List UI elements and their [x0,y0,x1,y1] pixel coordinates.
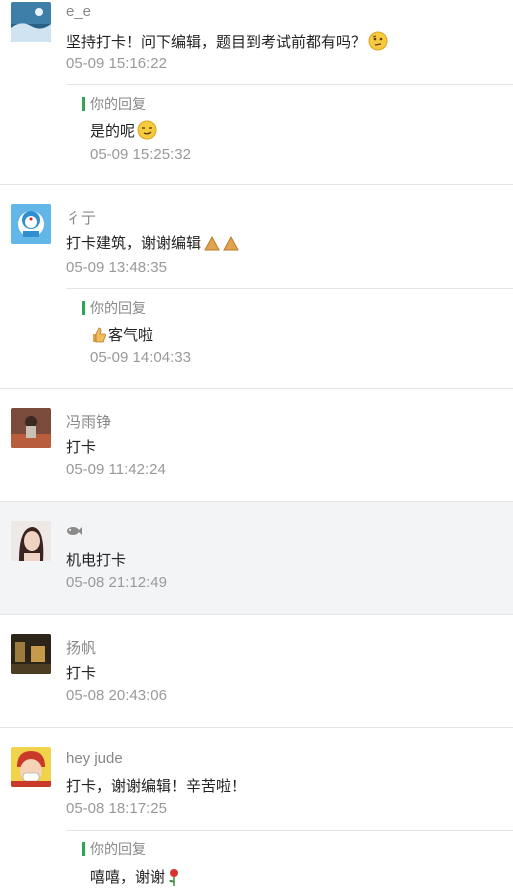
comment-time: 05-08 20:43:06 [66,687,167,704]
reply-time: 05-09 15:25:32 [90,146,191,163]
commenter-name: 扬帆 [66,640,97,657]
avatar[interactable] [11,408,51,448]
comment-text: 机电打卡 [66,552,127,569]
reply-label: 你的回复 [82,97,146,111]
comment-text: 坚持打卡！问下编辑，题目到考试前都有吗？ [66,31,388,55]
fish-icon [66,524,82,541]
comment-item: hey jude 打卡，谢谢编辑！辛苦啦！ 05-08 18:17:25 你的回… [0,728,513,888]
thinking-emoji-icon [368,31,388,55]
avatar[interactable] [11,204,51,244]
commenter-name [66,524,82,541]
comment-text: 打卡 [66,665,97,682]
commenter-name: 彳亍 [66,210,97,227]
reply-block: 你的回复 嘻嘻，谢谢 [66,830,513,889]
commenter-name: 冯雨铮 [66,414,112,431]
comment-text-content: 打卡建筑，谢谢编辑 [66,235,202,252]
comment-time: 05-08 21:12:49 [66,574,167,591]
avatar[interactable] [11,521,51,561]
avatar[interactable] [11,2,51,42]
smirk-emoji-icon [137,120,157,144]
comment-item: e_e 坚持打卡！问下编辑，题目到考试前都有吗？ 05-09 15:16:22 … [0,0,513,185]
reply-block: 你的回复 客气啦 05-09 14:04:33 [66,288,513,389]
reply-label: 你的回复 [82,301,146,315]
comment-time: 05-08 18:17:25 [66,800,167,817]
comment-text: 打卡 [66,439,97,456]
comment-time: 05-09 13:48:35 [66,259,167,276]
reply-text-content: 客气啦 [108,327,154,344]
comment-item: 机电打卡 05-08 21:12:49 [0,502,513,615]
comment-text: 打卡，谢谢编辑！辛苦啦！ [66,778,247,795]
commenter-name: e_e [66,3,92,20]
reply-text: 嘻嘻，谢谢 [90,866,181,890]
reply-label: 你的回复 [82,842,146,856]
reply-time: 05-09 14:04:33 [90,349,191,366]
reply-text: 客气啦 [90,324,153,348]
reply-text-content: 是的呢 [90,123,136,140]
avatar[interactable] [11,634,51,674]
commenter-name: hey jude [66,750,123,767]
avatar[interactable] [11,747,51,787]
comment-item: 冯雨铮 打卡 05-09 11:42:24 [0,389,513,502]
pray-hands-icon [203,234,241,256]
comment-item: 彳亍 打卡建筑，谢谢编辑 05-09 13:48:35 你的回复 客气啦 05-… [0,185,513,389]
comment-time: 05-09 15:16:22 [66,55,167,72]
reply-text: 是的呢 [90,120,157,144]
comment-text-content: 坚持打卡！问下编辑，题目到考试前都有吗？ [66,34,367,51]
reply-block: 你的回复 是的呢 05-09 15:25:32 [66,84,513,185]
comment-text: 打卡建筑，谢谢编辑 [66,232,241,256]
reply-text-content: 嘻嘻，谢谢 [90,869,166,886]
comment-time: 05-09 11:42:24 [66,461,166,478]
comment-item: 扬帆 打卡 05-08 20:43:06 [0,615,513,728]
thumbs-up-icon [90,326,108,348]
